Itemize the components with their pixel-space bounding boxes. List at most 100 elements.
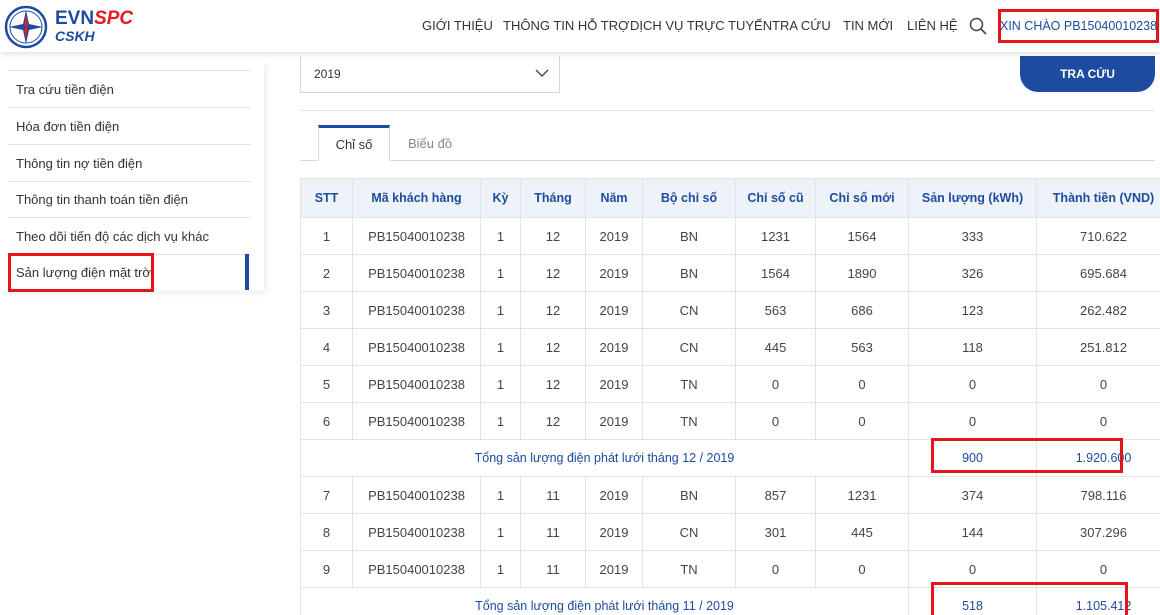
nav-gioi-thieu[interactable]: GIỚI THIỆU (422, 18, 493, 33)
cell-thang: 12 (520, 254, 586, 292)
brand-wordmark[interactable]: EVNSPC CSKH (55, 9, 133, 43)
cell-ma-khach-hang: PB15040010238 (352, 513, 481, 551)
cell-stt: 2 (300, 254, 353, 292)
cell-san-luong: 118 (908, 328, 1037, 366)
cell-san-luong: 0 (908, 365, 1037, 403)
cell-nam: 2019 (585, 254, 643, 292)
cell-chi-so-cu: 445 (735, 328, 816, 366)
cell-bo-chi-so: TN (642, 550, 736, 588)
col-header-ma-khach-hang: Mã khách hàng (352, 178, 481, 218)
total-label: Tổng sản lượng điện phát lưới tháng 12 /… (300, 439, 909, 477)
search-icon[interactable] (968, 16, 988, 36)
brand-sub: CSKH (55, 28, 95, 44)
cell-ky: 1 (480, 365, 521, 403)
cell-thang: 12 (520, 328, 586, 366)
cell-ma-khach-hang: PB15040010238 (352, 291, 481, 329)
cell-ma-khach-hang: PB15040010238 (352, 217, 481, 255)
nav-dich-vu-truc-tuyen[interactable]: DỊCH VỤ TRỰC TUYẾN (630, 18, 772, 33)
cell-ma-khach-hang: PB15040010238 (352, 365, 481, 403)
col-header-thang: Tháng (520, 178, 586, 218)
nav-tra-cuu[interactable]: TRA CỨU (772, 18, 831, 33)
cell-bo-chi-so: TN (642, 365, 736, 403)
table-row: 4 PB15040010238 1 12 2019 CN 445 563 118 251.812 (300, 328, 1160, 366)
sidebar-item-label: Thông tin nợ tiền điện (16, 155, 143, 171)
cell-thang: 11 (520, 550, 586, 588)
cell-thang: 12 (520, 402, 586, 440)
cell-san-luong: 326 (908, 254, 1037, 292)
sidebar-item-thong-tin-no[interactable]: Thông tin nợ tiền điện (8, 144, 251, 181)
sidebar-item-san-luong-mat-troi[interactable]: Sản lượng điện mặt trời (8, 254, 251, 290)
cell-chi-so-moi: 445 (815, 513, 909, 551)
total-san-luong: 900 (908, 439, 1037, 477)
cell-ky: 1 (480, 476, 521, 514)
nav-tin-moi[interactable]: TIN MỚI (843, 18, 893, 33)
cell-chi-so-cu: 301 (735, 513, 816, 551)
cell-chi-so-moi: 0 (815, 402, 909, 440)
nav-lien-he[interactable]: LIÊN HỆ (907, 18, 958, 33)
table-row: 7 PB15040010238 1 11 2019 BN 857 1231 374 798.116 (300, 476, 1160, 514)
table-body: 1 PB15040010238 1 12 2019 BN 1231 1564 333 710.62… (300, 217, 1160, 615)
cell-ky: 1 (480, 217, 521, 255)
cell-stt: 5 (300, 365, 353, 403)
cell-ky: 1 (480, 513, 521, 551)
col-header-nam: Năm (585, 178, 643, 218)
cell-chi-so-cu: 563 (735, 291, 816, 329)
cell-chi-so-cu: 0 (735, 402, 816, 440)
table-row: 1 PB15040010238 1 12 2019 BN 1231 1564 333 710.62… (300, 217, 1160, 255)
sidebar-item-hoa-don-tien-dien[interactable]: Hóa đơn tiền điện (8, 107, 251, 144)
cell-chi-so-moi: 0 (815, 550, 909, 588)
cell-nam: 2019 (585, 328, 643, 366)
table-row: 3 PB15040010238 1 12 2019 CN 563 686 123 262.482 (300, 291, 1160, 329)
table-row: 8 PB15040010238 1 11 2019 CN 301 445 144 307.296 (300, 513, 1160, 551)
cell-san-luong: 0 (908, 550, 1037, 588)
user-greeting-button[interactable]: XIN CHÀO PB15040010238 (998, 9, 1159, 43)
cell-stt: 9 (300, 550, 353, 588)
evn-logo-icon[interactable] (4, 5, 48, 49)
cell-san-luong: 333 (908, 217, 1037, 255)
year-select[interactable]: 2019 (300, 56, 560, 93)
table-total-row-dec: Tổng sản lượng điện phát lưới tháng 12 /… (300, 439, 1160, 477)
cell-chi-so-cu: 1231 (735, 217, 816, 255)
tab-chi-so[interactable]: Chỉ số (318, 125, 390, 161)
cell-thanh-tien: 307.296 (1036, 513, 1160, 551)
cell-ky: 1 (480, 550, 521, 588)
total-thanh-tien: 1.920.600 (1036, 439, 1160, 477)
sidebar-item-theo-doi-tien-do[interactable]: Theo dõi tiến độ các dịch vụ khác (8, 217, 251, 254)
table-header-row: STT Mã khách hàng Kỳ Tháng Năm Bộ chỉ số… (300, 178, 1160, 218)
tabs-divider (300, 160, 1155, 161)
cell-thanh-tien: 0 (1036, 402, 1160, 440)
cell-stt: 1 (300, 217, 353, 255)
site-header: EVNSPC CSKH GIỚI THIỆU THÔNG TIN HỖ TRỢ … (0, 0, 1160, 52)
cell-chi-so-cu: 857 (735, 476, 816, 514)
table-total-row-nov: Tổng sản lượng điện phát lưới tháng 11 /… (300, 587, 1160, 615)
cell-bo-chi-so: CN (642, 513, 736, 551)
sidebar-item-tra-cuu-tien-dien[interactable]: Tra cứu tiền điện (8, 70, 251, 107)
sidebar-item-thong-tin-thanh-toan[interactable]: Thông tin thanh toán tiền điện (8, 181, 251, 217)
cell-chi-so-moi: 1890 (815, 254, 909, 292)
cell-ky: 1 (480, 291, 521, 329)
cell-ky: 1 (480, 254, 521, 292)
search-submit-button[interactable]: TRA CỨU (1020, 56, 1155, 92)
sidebar-item-label: Thông tin thanh toán tiền điện (16, 192, 189, 207)
cell-bo-chi-so: BN (642, 217, 736, 255)
cell-stt: 6 (300, 402, 353, 440)
year-select-value: 2019 (314, 67, 341, 81)
tab-bieu-do[interactable]: Biểu đồ (395, 126, 465, 160)
cell-nam: 2019 (585, 513, 643, 551)
cell-chi-so-cu: 1564 (735, 254, 816, 292)
cell-ky: 1 (480, 402, 521, 440)
cell-ma-khach-hang: PB15040010238 (352, 254, 481, 292)
cell-stt: 7 (300, 476, 353, 514)
nav-thong-tin-ho-tro[interactable]: THÔNG TIN HỖ TRỢ (503, 18, 629, 33)
sidebar-menu: Tra cứu tiền điện Hóa đơn tiền điện Thôn… (0, 62, 264, 291)
cell-san-luong: 374 (908, 476, 1037, 514)
cell-bo-chi-so: BN (642, 476, 736, 514)
cell-bo-chi-so: CN (642, 291, 736, 329)
col-header-san-luong: Sản lượng (kWh) (908, 178, 1037, 218)
cell-stt: 3 (300, 291, 353, 329)
table-row: 5 PB15040010238 1 12 2019 TN 0 0 0 0 (300, 365, 1160, 403)
sidebar-active-indicator (245, 254, 249, 290)
total-san-luong: 518 (908, 587, 1037, 615)
cell-ma-khach-hang: PB15040010238 (352, 402, 481, 440)
sidebar-item-label: Hóa đơn tiền điện (16, 118, 120, 134)
